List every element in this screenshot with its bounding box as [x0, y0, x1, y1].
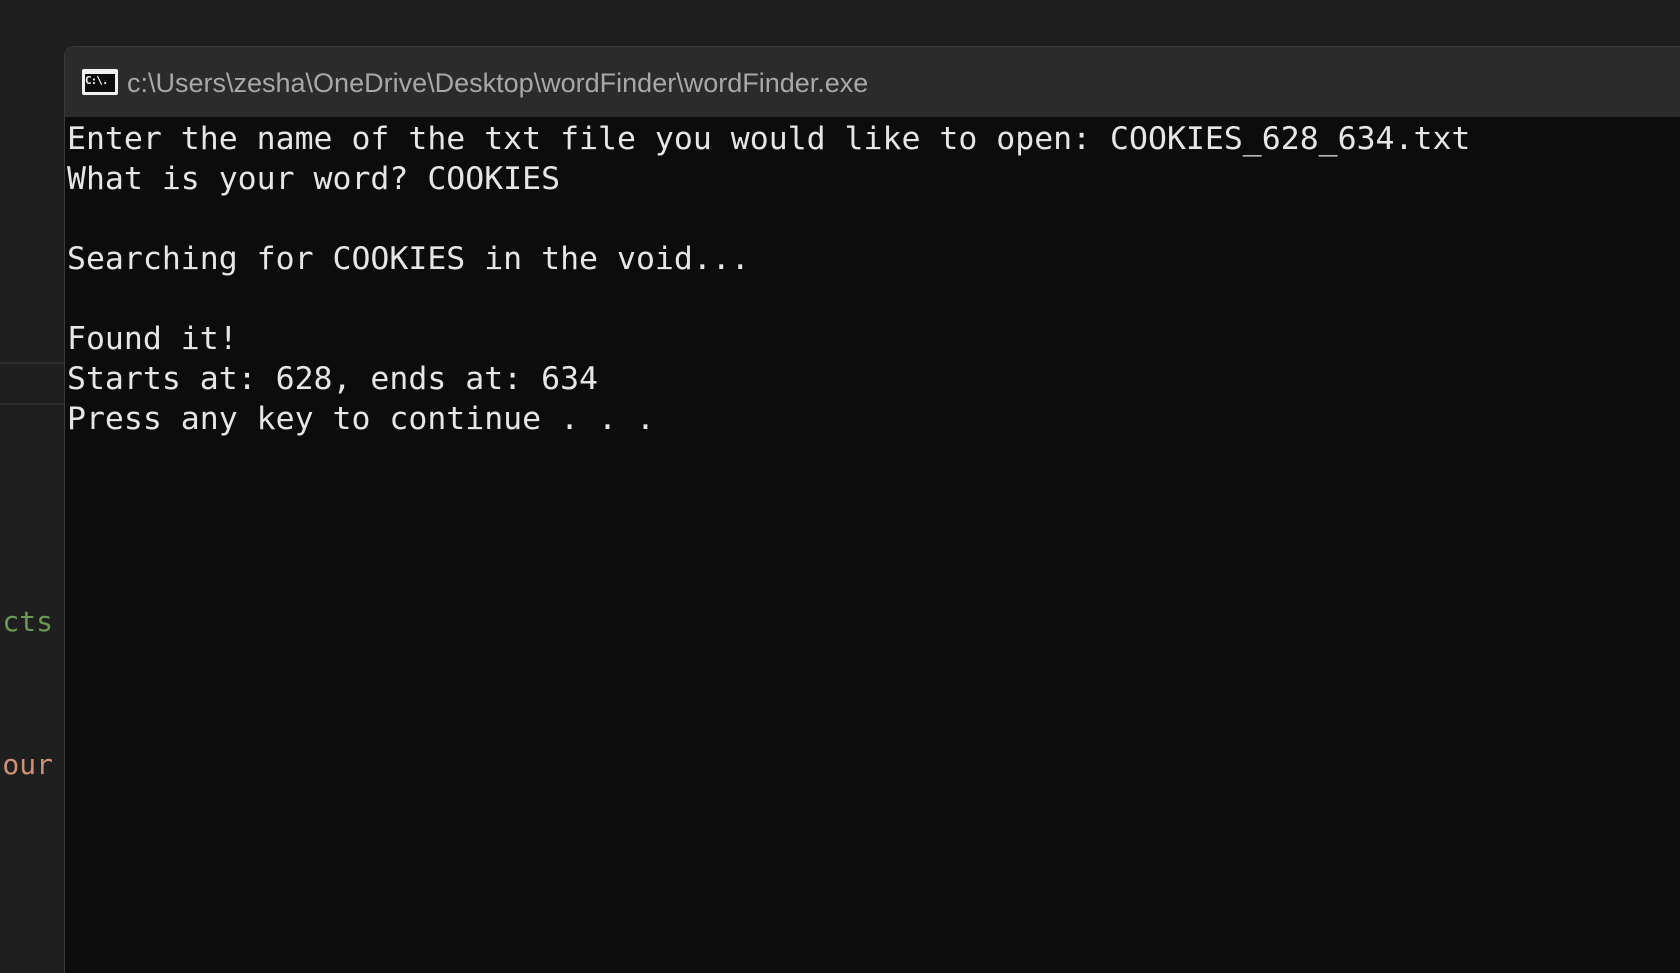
console-line: Found it!	[67, 321, 238, 357]
window-title: c:\Users\zesha\OneDrive\Desktop\wordFind…	[127, 68, 869, 98]
window-titlebar[interactable]: C:\. c:\Users\zesha\OneDrive\Desktop\wor…	[65, 47, 1680, 117]
console-line: Starts at: 628, ends at: 634	[67, 361, 599, 397]
console-app-icon: C:\.	[82, 69, 118, 95]
console-icon-glyph: C:\.	[85, 74, 108, 87]
desktop-background: cts our C:\. c:\Users\zesha\OneDrive\Des…	[0, 0, 1680, 973]
console-window[interactable]: C:\. c:\Users\zesha\OneDrive\Desktop\wor…	[64, 46, 1680, 973]
editor-divider	[0, 362, 64, 364]
console-output[interactable]: Enter the name of the txt file you would…	[67, 119, 1667, 439]
console-line: Enter the name of the txt file you would…	[67, 121, 1471, 157]
console-line: Searching for COOKIES in the void...	[67, 241, 750, 277]
editor-code-fragment: our	[2, 748, 53, 781]
editor-divider	[0, 403, 64, 405]
console-line: Press any key to continue . . .	[67, 401, 655, 437]
editor-code-fragment: cts	[2, 605, 53, 638]
background-code-editor: cts our	[0, 0, 64, 972]
console-line: What is your word? COOKIES	[67, 161, 561, 197]
